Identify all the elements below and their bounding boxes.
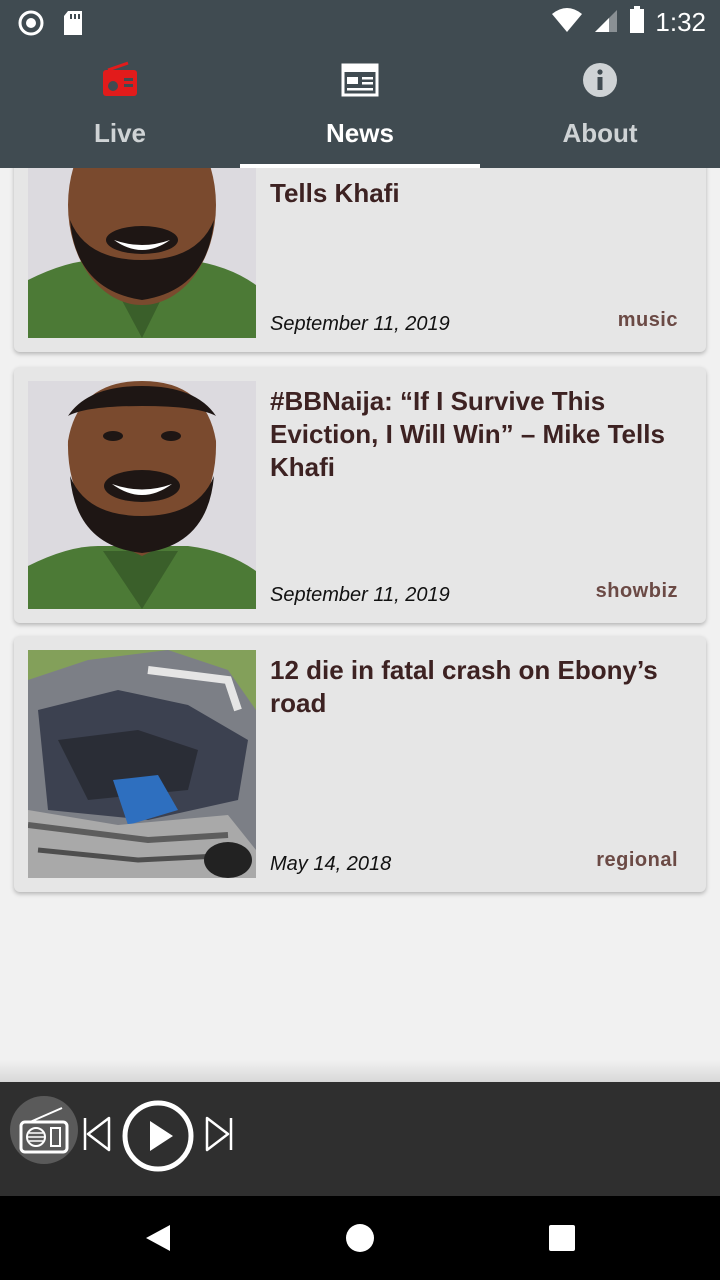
record-icon [18,10,44,41]
skip-previous-icon[interactable] [80,1114,114,1154]
recents-icon[interactable] [512,1196,612,1280]
tab-news[interactable]: News [240,48,480,168]
news-date: September 11, 2019 [270,584,450,606]
back-icon[interactable] [108,1196,208,1280]
home-icon[interactable] [310,1196,410,1280]
news-title[interactable]: #BBNaija: “If I Survive This Eviction, I… [270,385,670,484]
newspaper-icon [341,60,379,100]
tab-news-label: News [326,118,394,148]
news-card[interactable]: #BBNaija: “If I Survive This Eviction, I… [14,367,706,623]
news-card[interactable]: 12 die in fatal crash on Ebony’s road Ma… [14,636,706,892]
tab-about[interactable]: About [480,48,720,168]
list-bottom-shadow [0,1060,720,1082]
radio-icon[interactable] [10,1096,78,1164]
status-time: 1:32 [655,7,706,37]
news-thumbnail [28,381,256,609]
news-category[interactable]: showbiz [596,580,678,603]
news-thumbnail [28,650,256,878]
tab-live-label: Live [93,118,147,148]
news-category[interactable]: music [618,309,678,332]
news-title[interactable]: 12 die in fatal crash on Ebony’s road [270,654,670,720]
status-bar: 1:32 [0,0,720,48]
player-bar [0,1082,720,1196]
info-icon [582,60,618,100]
news-title[interactable]: Tells Khafi [270,177,670,210]
news-card[interactable]: Tells Khafi September 11, 2019 music [14,168,706,352]
battery-icon [629,6,645,39]
skip-next-icon[interactable] [202,1114,236,1154]
news-thumbnail [28,168,256,338]
signal-icon [593,7,619,38]
news-date: September 11, 2019 [270,313,450,335]
sd-card-icon [62,10,84,41]
play-icon[interactable] [120,1098,196,1174]
news-list[interactable]: Tells Khafi September 11, 2019 music #BB… [0,168,720,1080]
radio-icon [100,60,140,100]
tab-about-label: About [562,118,638,148]
news-date: May 14, 2018 [270,853,392,875]
tab-bar: Live News About [0,48,720,168]
system-nav-bar [0,1196,720,1280]
news-category[interactable]: regional [596,849,678,872]
wifi-icon [551,7,583,38]
tab-live[interactable]: Live [0,48,240,168]
